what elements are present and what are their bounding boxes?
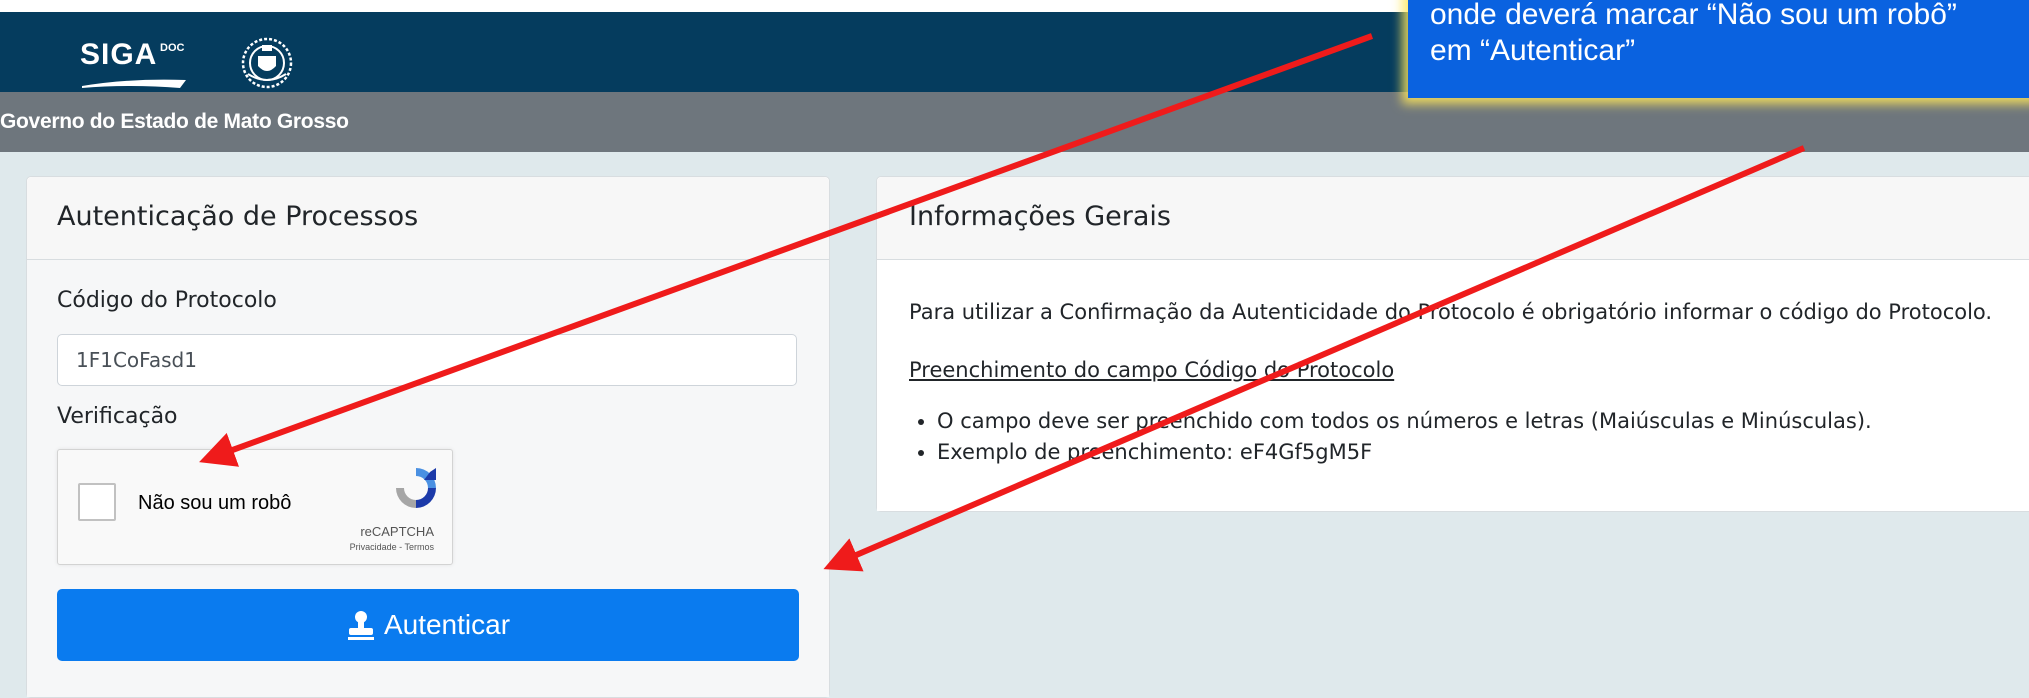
general-info-card-title: Informações Gerais <box>909 201 1171 232</box>
list-item: Exemplo de preenchimento: eF4Gf5gM5F <box>937 437 1872 468</box>
info-subheading: Preenchimento do campo Código do Protoco… <box>909 358 1395 382</box>
logo-doc-superscript: DOC <box>160 42 185 54</box>
annotation-line-2: em “Autenticar” <box>1430 34 1636 67</box>
state-seal-icon <box>241 37 293 89</box>
siga-doc-logo[interactable]: SIGA DOC <box>80 36 200 90</box>
protocol-code-label: Código do Protocolo <box>57 288 277 313</box>
authentication-card-title: Autenticação de Processos <box>57 201 419 232</box>
recaptcha-checkbox[interactable] <box>78 483 116 521</box>
general-info-body: Para utilizar a Confirmação da Autentici… <box>877 260 2029 511</box>
authenticate-button-label: Autenticar <box>383 609 511 640</box>
recaptcha-widget: Não sou um robô reCAPTCHA Privacidade - … <box>57 449 453 565</box>
recaptcha-links[interactable]: Privacidade - Termos <box>350 542 434 552</box>
authentication-form: Código do Protocolo Verificação Não sou … <box>27 260 829 697</box>
government-bar: Governo do Estado de Mato Grosso <box>0 92 2029 152</box>
authentication-card-header: Autenticação de Processos <box>27 177 829 260</box>
info-bullet-list: O campo deve ser preenchido com todos os… <box>909 406 1872 468</box>
annotation-callout: onde deverá marcar “Não sou um robô” em … <box>1408 0 2029 98</box>
recaptcha-checkbox-label: Não sou um robô <box>138 492 292 514</box>
stamp-icon <box>347 611 374 640</box>
general-info-card: Informações Gerais Para utilizar a Confi… <box>876 176 2029 512</box>
info-paragraph: Para utilizar a Confirmação da Autentici… <box>909 300 1993 324</box>
logo-text: SIGA <box>80 38 158 71</box>
logo-swoosh-icon <box>82 79 186 88</box>
general-info-card-header: Informações Gerais <box>877 177 2029 260</box>
verification-label: Verificação <box>57 404 178 429</box>
annotation-line-1: onde deverá marcar “Não sou um robô” <box>1430 0 1957 31</box>
list-item: O campo deve ser preenchido com todos os… <box>937 406 1872 437</box>
protocol-code-input[interactable] <box>57 334 797 386</box>
authenticate-button[interactable]: Autenticar <box>57 589 799 661</box>
government-name: Governo do Estado de Mato Grosso <box>0 110 349 133</box>
authentication-card: Autenticação de Processos Código do Prot… <box>26 176 830 698</box>
recaptcha-logo-icon <box>396 468 436 508</box>
recaptcha-brand: reCAPTCHA <box>360 524 434 539</box>
